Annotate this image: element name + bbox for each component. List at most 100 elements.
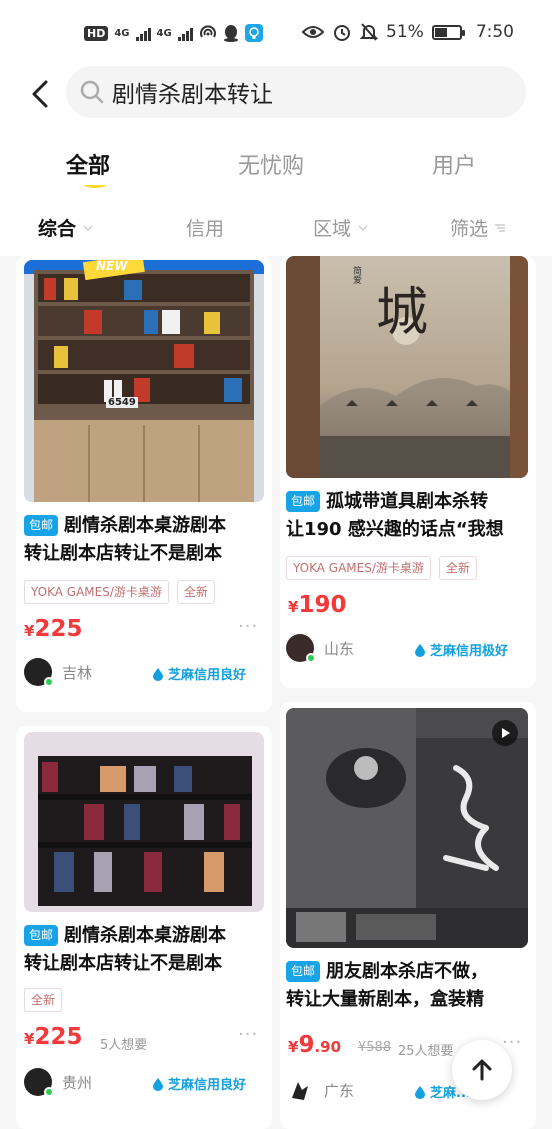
title-line-2: 转让大量新剧本，盒装精 — [286, 989, 484, 1010]
price: ¥190 — [288, 592, 346, 618]
filter-credit[interactable]: 信用 — [186, 214, 224, 241]
water-drop-icon — [153, 1077, 163, 1091]
water-drop-icon — [153, 667, 163, 681]
seller-avatar-icon — [292, 1082, 308, 1100]
title-line-1: 剧情杀剧本桌游剧本 — [64, 515, 227, 536]
filter-credit-label: 信用 — [186, 218, 225, 240]
filter-bar: 综合 信用 区域 筛选 — [0, 190, 552, 256]
image-sign-new: NEW — [96, 260, 128, 273]
more-options-button[interactable]: ··· — [238, 616, 258, 637]
status-left: HD 4G 4G — [84, 24, 263, 42]
credit-label: 芝麻信用极好 — [430, 644, 509, 659]
clock: 7:50 — [475, 22, 514, 42]
credit-badge: 芝麻信用良好 — [152, 1074, 246, 1093]
brand-tag: YOKA GAMES/游卡桌游 — [24, 580, 169, 604]
listing-title[interactable]: 包邮 孤城带道具剧本杀转 让190 感兴趣的话点“我想 — [286, 488, 532, 544]
listing-title[interactable]: 包邮 朋友剧本杀店不做， 转让大量新剧本，盒装精 — [286, 958, 532, 1014]
condition-tag: 全新 — [438, 556, 477, 580]
cover-subtitle: 简爱 — [351, 266, 361, 284]
avatar[interactable] — [286, 634, 316, 663]
image-sign-number: 6549 — [106, 397, 138, 408]
filter-icon — [495, 223, 506, 232]
status-bar: HD 4G 4G 51% 7:50 — [0, 0, 552, 62]
title-line-2: 转让剧本店转让不是剧本 — [24, 543, 222, 564]
seller-info[interactable]: 山东 — [286, 634, 355, 663]
listing-card[interactable]: 城 简爱 包邮 孤城带道具剧本杀转 让190 感兴趣的话点“我想 YOKA GAM… — [280, 256, 536, 688]
seller-info[interactable]: 贵州 — [24, 1068, 93, 1097]
filter-screen[interactable]: 筛选 — [450, 214, 506, 241]
chevron-down-icon — [358, 224, 368, 231]
eye-icon — [302, 26, 325, 38]
search-icon — [80, 80, 104, 104]
price: ¥225 — [24, 1024, 82, 1050]
filter-region-label: 区域 — [313, 218, 352, 240]
listing-card[interactable]: NEW 6549 包邮 剧情杀剧本桌游剧本 转让剧本店转让不是剧本 YOKA GA… — [16, 256, 272, 712]
chevron-down-icon — [83, 224, 93, 231]
listing-image[interactable] — [24, 732, 264, 912]
water-drop-icon — [415, 1085, 425, 1099]
listing-image[interactable]: 城 简爱 — [286, 256, 528, 478]
play-icon — [502, 728, 510, 738]
free-shipping-badge: 包邮 — [24, 515, 59, 536]
condition-tag: 全新 — [176, 580, 215, 604]
credit-badge: 芝麻信用极好 — [414, 640, 508, 659]
title-line-1: 朋友剧本杀店不做， — [326, 961, 489, 982]
signal-icon — [135, 25, 151, 41]
more-options-button[interactable]: ··· — [238, 1024, 258, 1045]
tab-worry-free[interactable]: 无忧购 — [238, 148, 304, 180]
back-arrow-icon — [32, 80, 48, 108]
price-value: 9 — [298, 1032, 315, 1058]
free-shipping-badge: 包邮 — [286, 961, 321, 982]
filter-comprehensive-label: 综合 — [38, 218, 77, 240]
arrow-up-icon — [472, 1059, 492, 1081]
want-count: 5人想要 — [100, 1038, 148, 1053]
network-label-2: 4G — [156, 27, 172, 39]
online-dot — [44, 1087, 54, 1097]
seller-location: 山东 — [324, 639, 355, 658]
listing-image[interactable]: NEW 6549 — [24, 260, 264, 502]
status-right: 51% 7:50 — [302, 22, 514, 42]
cover-title-char: 城 — [376, 283, 429, 343]
free-shipping-badge: 包邮 — [286, 491, 321, 512]
original-price: ¥588 — [358, 1040, 392, 1055]
avatar[interactable] — [286, 1076, 314, 1104]
price: ¥9.90 — [288, 1032, 341, 1058]
listing-title[interactable]: 包邮 剧情杀剧本桌游剧本 转让剧本店转让不是剧本 — [24, 512, 268, 568]
seller-location: 贵州 — [62, 1073, 93, 1092]
seller-info[interactable]: 吉林 — [24, 658, 93, 687]
tab-users[interactable]: 用户 — [432, 148, 476, 180]
free-shipping-badge: 包邮 — [24, 925, 59, 946]
battery-percent: 51% — [386, 22, 424, 42]
online-dot — [306, 653, 316, 663]
shelf-photo — [24, 260, 264, 502]
brand-tag: YOKA GAMES/游卡桌游 — [286, 556, 431, 580]
filter-comprehensive[interactable]: 综合 — [38, 214, 94, 241]
search-bar[interactable]: 剧情杀剧本转让 — [66, 66, 526, 118]
scroll-to-top-button[interactable] — [452, 1040, 512, 1100]
hd-icon: HD — [84, 25, 109, 41]
tag-row: YOKA GAMES/游卡桌游 全新 — [286, 556, 477, 580]
listing-card[interactable]: 包邮 剧情杀剧本桌游剧本 转让剧本店转让不是剧本 全新 ¥225 5人想要 ···… — [16, 726, 272, 1129]
credit-label: 芝麻信用良好 — [168, 668, 247, 683]
filter-screen-label: 筛选 — [450, 218, 489, 240]
avatar[interactable] — [24, 1068, 54, 1097]
want-count: 25人想要 — [398, 1044, 454, 1059]
tab-worry-free-label: 无忧购 — [238, 154, 305, 179]
price-value: 225 — [34, 1024, 83, 1050]
listing-image[interactable] — [286, 708, 528, 948]
avatar[interactable] — [24, 658, 54, 687]
filter-region[interactable]: 区域 — [313, 214, 369, 241]
back-button[interactable] — [22, 74, 62, 114]
seller-info[interactable]: 广东 — [286, 1076, 354, 1104]
listing-title[interactable]: 包邮 剧情杀剧本桌游剧本 转让剧本店转让不是剧本 — [24, 922, 268, 978]
seller-location: 吉林 — [62, 663, 93, 682]
credit-badge: 芝麻信用良好 — [152, 664, 246, 683]
battery-fill — [434, 27, 447, 37]
search-query[interactable]: 剧情杀剧本转让 — [112, 75, 273, 109]
price-value: 190 — [298, 592, 347, 618]
water-drop-icon — [415, 643, 425, 657]
tab-all-label: 全部 — [66, 154, 111, 179]
shelf-photo — [24, 732, 264, 912]
credit-label: 芝麻信用良好 — [168, 1078, 247, 1093]
tab-all[interactable]: 全部 — [66, 148, 111, 188]
